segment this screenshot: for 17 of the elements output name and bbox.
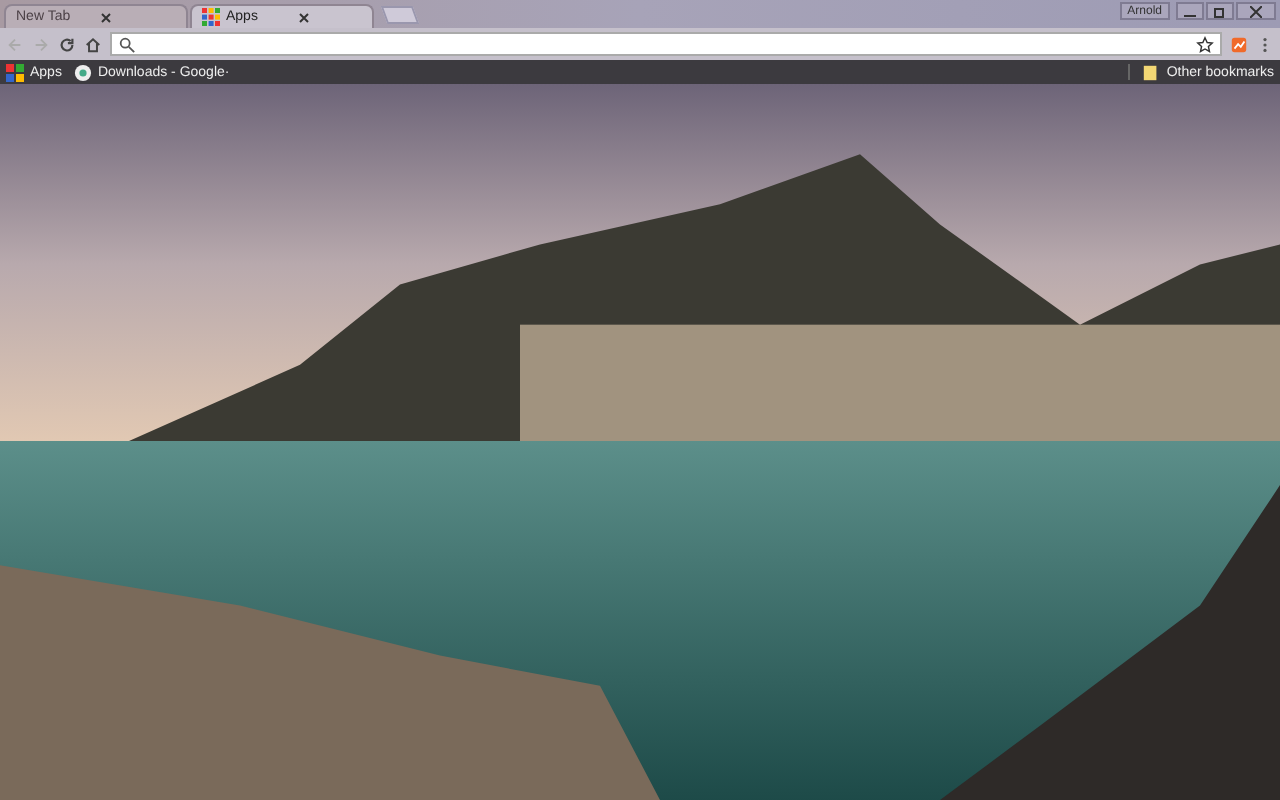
minimize-button[interactable] xyxy=(1176,2,1204,20)
extension-icon[interactable] xyxy=(1230,35,1248,53)
search-icon xyxy=(118,35,136,53)
home-icon[interactable] xyxy=(84,35,102,53)
address-field[interactable] xyxy=(110,32,1222,56)
reload-icon[interactable] xyxy=(58,35,76,53)
apps-grid-icon xyxy=(6,63,24,81)
restore-icon xyxy=(1214,5,1226,17)
restore-button[interactable] xyxy=(1206,2,1234,20)
apps-grid-icon xyxy=(202,8,220,26)
globe-icon xyxy=(73,63,92,81)
close-icon[interactable] xyxy=(99,11,111,23)
close-window-button[interactable] xyxy=(1236,2,1276,20)
close-icon[interactable] xyxy=(297,11,309,23)
folder-icon xyxy=(1142,63,1161,81)
close-icon xyxy=(1250,5,1262,17)
star-icon[interactable] xyxy=(1196,35,1214,53)
